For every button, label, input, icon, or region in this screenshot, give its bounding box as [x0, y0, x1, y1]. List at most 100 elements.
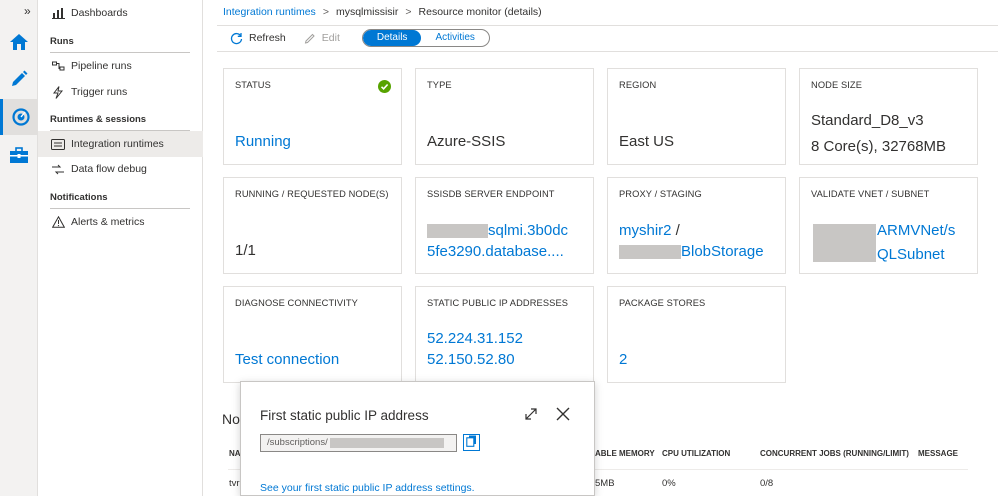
breadcrumb-current: Resource monitor (details) — [418, 6, 542, 18]
nav-item-dashboards[interactable]: Dashboards — [38, 0, 203, 26]
breadcrumb-runtime-name[interactable]: mysqlmissisir — [336, 6, 398, 18]
redacted-text — [329, 438, 444, 448]
nav-item-trigger-runs[interactable]: Trigger runs — [38, 79, 203, 105]
staging-text: BlobStorage — [681, 243, 764, 260]
card-label: SSISDB SERVER ENDPOINT — [427, 189, 555, 199]
card-label: REGION — [619, 80, 657, 90]
divider — [217, 51, 998, 52]
column-header-cpu: CPU UTILIZATION — [662, 449, 731, 458]
monitor-nav-panel: Dashboards Runs Pipeline runs Trigger ru… — [38, 0, 203, 496]
column-header-memory: ABLE MEMORY — [595, 449, 655, 458]
card-label: NODE SIZE — [811, 80, 863, 90]
column-header-message: MESSAGE — [918, 449, 959, 458]
card-label: PROXY / STAGING — [619, 189, 702, 199]
nav-label: Integration runtimes — [71, 138, 164, 150]
edit-label: Edit — [321, 32, 340, 44]
cell-cpu: 0% — [662, 478, 676, 489]
nav-header-notifications: Notifications — [50, 192, 108, 203]
proxy-separator: / — [671, 222, 680, 239]
edit-pencil-icon — [304, 32, 316, 44]
type-value: Azure-SSIS — [427, 133, 506, 150]
vnet-line1[interactable]: ARMVNet/s — [877, 220, 955, 242]
refresh-icon — [230, 32, 243, 45]
card-label: VALIDATE VNET / SUBNET — [811, 189, 930, 199]
popup-title: First static public IP address — [260, 408, 429, 423]
nav-label: Data flow debug — [71, 163, 147, 175]
endpoint-line2[interactable]: 5fe3290.database.... — [427, 241, 564, 263]
card-label: RUNNING / REQUESTED NODE(S) — [235, 189, 389, 199]
resource-id-field[interactable]: /subscriptions/ — [260, 434, 457, 452]
endpoint-line1[interactable]: sqlmi.3b0dc — [427, 220, 568, 242]
left-rail: » — [0, 0, 38, 496]
status-value: Running — [235, 133, 291, 150]
diagnose-connectivity-card: DIAGNOSE CONNECTIVITY Test connection — [223, 286, 402, 383]
package-stores-card: PACKAGE STORES 2 — [607, 286, 786, 383]
package-stores-value[interactable]: 2 — [619, 349, 627, 371]
endpoint-text: sqlmi.3b0dc — [488, 222, 569, 239]
nav-item-alerts-metrics[interactable]: Alerts & metrics — [38, 209, 203, 235]
nav-label: Dashboards — [71, 7, 128, 19]
nav-header-runtimes: Runtimes & sessions — [50, 114, 147, 125]
static-ip-2[interactable]: 52.150.52.80 — [427, 349, 515, 371]
card-label: STATIC PUBLIC IP ADDRESSES — [427, 298, 569, 308]
nav-label: Pipeline runs — [71, 60, 132, 72]
toolbar: Refresh Edit Details Activities — [230, 28, 490, 48]
breadcrumb-separator: > — [405, 6, 412, 18]
test-connection-link[interactable]: Test connection — [235, 349, 339, 371]
integration-runtime-icon — [51, 137, 65, 151]
close-icon[interactable] — [555, 406, 571, 427]
view-toggle: Details Activities — [361, 29, 490, 47]
static-ip-settings-link[interactable]: See your first static public IP address … — [260, 482, 475, 494]
cell-memory: 5MB — [595, 478, 615, 489]
cell-node-name[interactable]: tvr — [229, 478, 240, 489]
divider — [217, 25, 998, 26]
resource-id-prefix: /subscriptions/ — [267, 437, 328, 448]
node-size-line2: 8 Core(s), 32768MB — [811, 138, 947, 155]
toolbox-icon[interactable] — [0, 137, 38, 173]
nav-item-pipeline-runs[interactable]: Pipeline runs — [38, 53, 203, 79]
refresh-button[interactable]: Refresh — [230, 32, 286, 45]
data-flow-icon — [51, 162, 65, 176]
pipeline-icon — [51, 59, 65, 73]
staging-line[interactable]: BlobStorage — [619, 241, 764, 263]
edit-button[interactable]: Edit — [304, 32, 340, 44]
redacted-text — [813, 224, 876, 262]
nav-item-integration-runtimes[interactable]: Integration runtimes — [38, 131, 203, 157]
nav-item-data-flow-debug[interactable]: Data flow debug — [38, 156, 203, 182]
region-card: REGION East US — [607, 68, 786, 165]
redacted-text — [427, 224, 488, 239]
nav-header-runs: Runs — [50, 36, 74, 47]
node-size-line1: Standard_D8_v3 — [811, 112, 924, 129]
nodes-card: RUNNING / REQUESTED NODE(S) 1/1 — [223, 177, 402, 274]
proxy-line1: myshir2 / — [619, 220, 680, 242]
column-header-name: NA — [229, 449, 241, 458]
breadcrumb-integration-runtimes[interactable]: Integration runtimes — [223, 6, 316, 18]
refresh-label: Refresh — [249, 32, 286, 44]
nodes-value: 1/1 — [235, 242, 256, 259]
expand-icon[interactable] — [523, 406, 539, 427]
home-icon[interactable] — [0, 24, 38, 60]
monitor-gauge-icon[interactable] — [0, 99, 38, 135]
proxy-link[interactable]: myshir2 — [619, 222, 672, 239]
nav-label: Trigger runs — [71, 86, 128, 98]
warning-icon — [51, 215, 65, 229]
card-label: TYPE — [427, 80, 452, 90]
tab-activities[interactable]: Activities — [421, 30, 488, 46]
node-size-card: NODE SIZE Standard_D8_v3 8 Core(s), 3276… — [799, 68, 978, 165]
breadcrumb: Integration runtimes > mysqlmissisir > R… — [223, 6, 542, 18]
expand-icon[interactable]: » — [24, 4, 31, 18]
tab-details[interactable]: Details — [362, 30, 422, 46]
lightning-icon — [51, 85, 65, 99]
validate-vnet-card: VALIDATE VNET / SUBNET ARMVNet/s QLSubne… — [799, 177, 978, 274]
vnet-line2[interactable]: QLSubnet — [877, 244, 945, 266]
status-card: STATUS Running — [223, 68, 402, 165]
static-ip-popup: First static public IP address /subscrip… — [240, 381, 595, 496]
region-value: East US — [619, 133, 675, 150]
copy-button[interactable] — [463, 434, 480, 451]
card-label: DIAGNOSE CONNECTIVITY — [235, 298, 358, 308]
nav-label: Alerts & metrics — [71, 216, 145, 228]
pencil-icon[interactable] — [0, 60, 38, 96]
copy-icon — [466, 434, 477, 452]
static-ip-1[interactable]: 52.224.31.152 — [427, 328, 523, 350]
type-card: TYPE Azure-SSIS — [415, 68, 594, 165]
